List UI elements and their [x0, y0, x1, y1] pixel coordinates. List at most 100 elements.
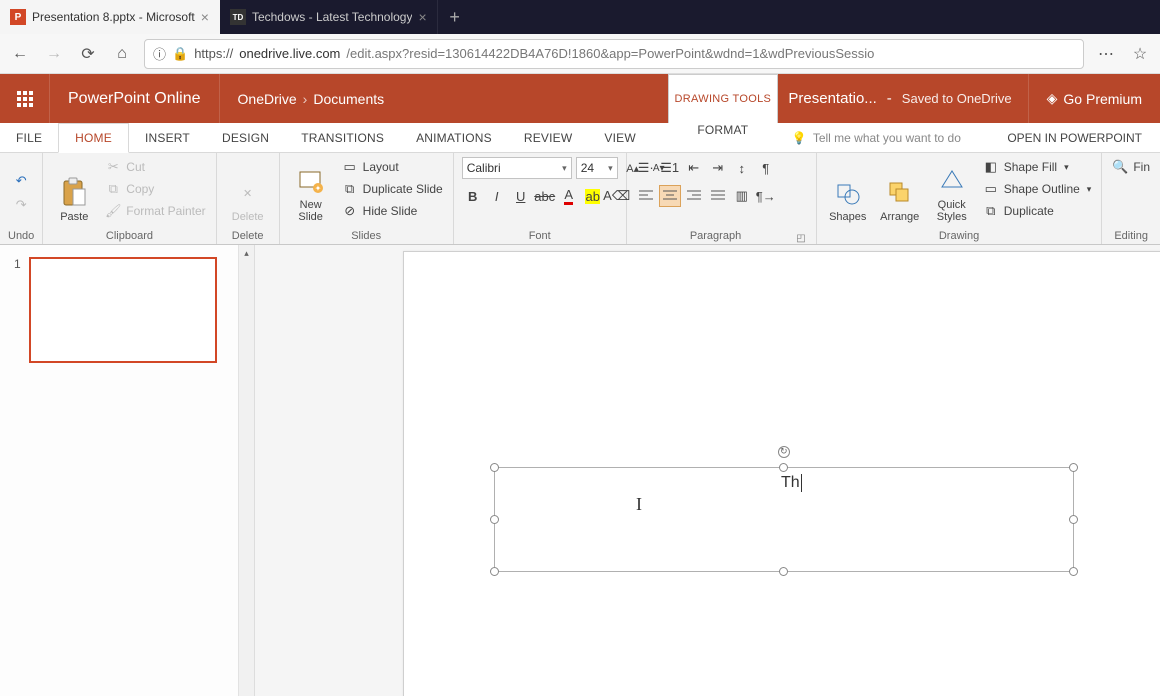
- address-bar[interactable]: ⓘ 🔒 https://onedrive.live.com/edit.aspx?…: [144, 39, 1084, 69]
- quick-styles-button[interactable]: Quick Styles: [929, 157, 975, 223]
- breadcrumb-item[interactable]: OneDrive: [238, 91, 297, 107]
- decrease-indent-button[interactable]: ⇤: [683, 157, 705, 179]
- columns-button[interactable]: ▥: [731, 185, 753, 207]
- more-button[interactable]: ⋯: [1094, 42, 1118, 66]
- font-name-combo[interactable]: Calibri▾: [462, 157, 572, 179]
- chevron-right-icon: ›: [303, 91, 308, 107]
- tell-me-search[interactable]: 💡 Tell me what you want to do: [778, 123, 975, 152]
- tab-home[interactable]: HOME: [58, 123, 129, 153]
- browser-tab[interactable]: TD Techdows - Latest Technology ×: [220, 0, 438, 34]
- new-slide-button[interactable]: ✦ New Slide: [288, 157, 334, 223]
- workspace: 1 ▴ Th I: [0, 245, 1160, 696]
- browser-tab-active[interactable]: P Presentation 8.pptx - Microsoft ×: [0, 0, 220, 34]
- tab-label: Presentation 8.pptx - Microsoft: [32, 10, 195, 24]
- resize-handle-se[interactable]: [1069, 567, 1078, 576]
- open-in-powerpoint-button[interactable]: OPEN IN POWERPOINT: [989, 123, 1160, 152]
- increase-indent-button[interactable]: ⇥: [707, 157, 729, 179]
- tab-transitions[interactable]: TRANSITIONS: [285, 123, 400, 152]
- home-button[interactable]: ⌂: [110, 42, 134, 66]
- slide-canvas[interactable]: Th I: [403, 251, 1160, 696]
- ltr-button[interactable]: ¶→: [755, 185, 777, 207]
- hide-slide-button[interactable]: ⊘Hide Slide: [340, 201, 445, 221]
- tab-insert[interactable]: INSERT: [129, 123, 206, 152]
- reload-button[interactable]: ⟳: [76, 42, 100, 66]
- resize-handle-ne[interactable]: [1069, 463, 1078, 472]
- resize-handle-sw[interactable]: [490, 567, 499, 576]
- info-icon[interactable]: ⓘ: [153, 44, 166, 63]
- chevron-down-icon: ▾: [608, 163, 613, 174]
- tab-view[interactable]: VIEW: [588, 123, 651, 152]
- slide-number: 1: [14, 257, 21, 363]
- delete-button[interactable]: ✕ Delete: [225, 157, 271, 223]
- tab-review[interactable]: REVIEW: [508, 123, 589, 152]
- duplicate-button[interactable]: ⧉Duplicate: [981, 201, 1094, 221]
- resize-handle-n[interactable]: [779, 463, 788, 472]
- highlight-button[interactable]: ab: [582, 185, 604, 207]
- close-icon[interactable]: ×: [418, 9, 426, 25]
- align-center-button[interactable]: [659, 185, 681, 207]
- copy-button[interactable]: ⧉Copy: [103, 179, 207, 199]
- clear-format-button[interactable]: A⌫: [606, 185, 628, 207]
- shapes-button[interactable]: Shapes: [825, 157, 871, 223]
- format-painter-button[interactable]: 🖌Format Painter: [103, 201, 207, 221]
- app-launcher[interactable]: [0, 74, 50, 123]
- font-color-button[interactable]: A: [558, 185, 580, 207]
- breadcrumb: OneDrive › Documents: [220, 74, 403, 123]
- go-premium-button[interactable]: ◈ Go Premium: [1028, 74, 1160, 123]
- tab-file[interactable]: FILE: [0, 123, 58, 152]
- url-host: onedrive.live.com: [239, 46, 340, 61]
- bold-button[interactable]: B: [462, 185, 484, 207]
- bookmark-button[interactable]: ☆: [1128, 42, 1152, 66]
- find-button[interactable]: 🔍Fin: [1110, 157, 1152, 177]
- align-left-button[interactable]: [635, 185, 657, 207]
- duplicate-slide-button[interactable]: ⧉Duplicate Slide: [340, 179, 445, 199]
- dash: -: [887, 90, 892, 107]
- textbox-content[interactable]: Th: [781, 474, 802, 492]
- styles-icon: [936, 165, 968, 197]
- cut-button[interactable]: ✂Cut: [103, 157, 207, 177]
- layout-button[interactable]: ▭Layout: [340, 157, 445, 177]
- scroll-up-icon[interactable]: ▴: [239, 245, 254, 261]
- strike-button[interactable]: abc: [534, 185, 556, 207]
- resize-handle-s[interactable]: [779, 567, 788, 576]
- bullets-button[interactable]: ☰·: [635, 157, 657, 179]
- numbering-button[interactable]: ☰1: [659, 157, 681, 179]
- new-tab-button[interactable]: +: [438, 0, 472, 34]
- document-name[interactable]: Presentatio...: [788, 90, 876, 107]
- text-box-selected[interactable]: Th: [494, 467, 1074, 572]
- group-label: Delete: [225, 228, 271, 244]
- redo-button[interactable]: ↷: [10, 194, 32, 216]
- forward-button[interactable]: →: [42, 42, 66, 66]
- slide-thumbnail[interactable]: 1: [14, 257, 240, 363]
- group-label: Font: [462, 228, 618, 244]
- resize-handle-w[interactable]: [490, 515, 499, 524]
- justify-button[interactable]: [707, 185, 729, 207]
- close-icon[interactable]: ×: [201, 9, 209, 25]
- tab-format[interactable]: FORMAT: [668, 123, 778, 137]
- align-right-button[interactable]: [683, 185, 705, 207]
- rotate-handle[interactable]: [778, 446, 790, 458]
- shape-outline-button[interactable]: ▭Shape Outline▾: [981, 179, 1094, 199]
- resize-handle-e[interactable]: [1069, 515, 1078, 524]
- undo-button[interactable]: ↶: [10, 170, 32, 192]
- fill-icon: ◧: [983, 159, 999, 175]
- resize-handle-nw[interactable]: [490, 463, 499, 472]
- tab-design[interactable]: DESIGN: [206, 123, 285, 152]
- new-slide-label: New Slide: [288, 199, 334, 223]
- dialog-launcher[interactable]: ◰: [796, 233, 807, 244]
- text-direction-button[interactable]: ¶: [755, 157, 777, 179]
- font-size-combo[interactable]: 24▾: [576, 157, 618, 179]
- tab-animations[interactable]: ANIMATIONS: [400, 123, 508, 152]
- back-button[interactable]: ←: [8, 42, 32, 66]
- breadcrumb-item[interactable]: Documents: [313, 91, 384, 107]
- shape-fill-button[interactable]: ◧Shape Fill▾: [981, 157, 1094, 177]
- italic-button[interactable]: I: [486, 185, 508, 207]
- app-brand[interactable]: PowerPoint Online: [50, 74, 220, 123]
- line-spacing-button[interactable]: ↕: [731, 157, 753, 179]
- arrange-button[interactable]: Arrange: [877, 157, 923, 223]
- url-proto: https://: [194, 46, 233, 61]
- thumbnails-scrollbar[interactable]: ▴: [238, 245, 254, 696]
- slide-canvas-area[interactable]: Th I: [255, 245, 1160, 696]
- paste-button[interactable]: Paste: [51, 157, 97, 223]
- underline-button[interactable]: U: [510, 185, 532, 207]
